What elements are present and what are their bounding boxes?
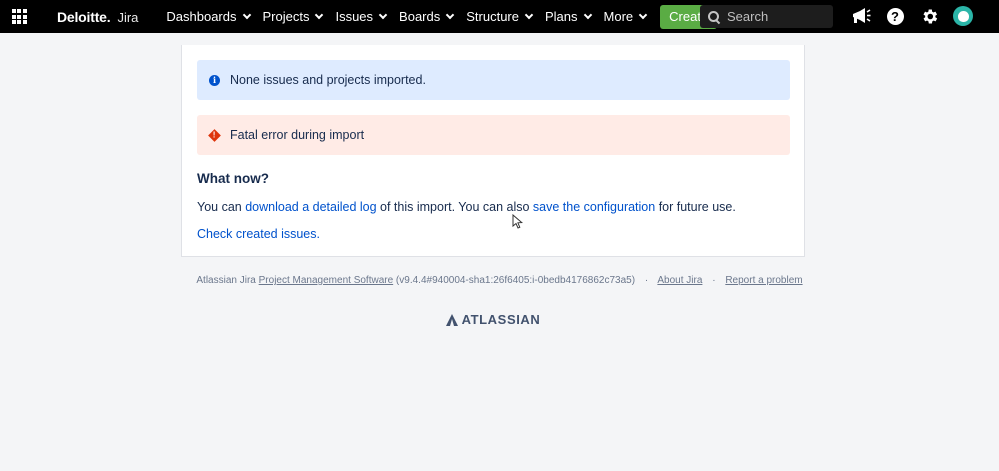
report-problem-link[interactable]: Report a problem bbox=[725, 275, 802, 286]
nav-structure[interactable]: Structure bbox=[466, 9, 534, 24]
nav-boards[interactable]: Boards bbox=[399, 9, 455, 24]
nav-more[interactable]: More bbox=[603, 9, 648, 24]
info-icon: i bbox=[209, 74, 220, 86]
chevron-down-icon bbox=[638, 10, 648, 20]
chevron-down-icon bbox=[378, 10, 388, 20]
gear-icon[interactable] bbox=[918, 5, 940, 27]
nav-right-icons: ? bbox=[838, 5, 974, 27]
text-part: You can bbox=[197, 200, 246, 214]
logo[interactable]: Deloitte. Jira bbox=[57, 9, 138, 25]
error-icon: ! bbox=[208, 128, 221, 142]
next-steps-text: You can download a detailed log of this … bbox=[197, 200, 736, 214]
nav-dashboards[interactable]: Dashboards bbox=[166, 9, 251, 24]
nav-projects[interactable]: Projects bbox=[262, 9, 324, 24]
nav-projects-label: Projects bbox=[262, 9, 310, 24]
chevron-down-icon bbox=[315, 10, 324, 20]
what-now-heading: What now? bbox=[197, 171, 269, 186]
nav-plans[interactable]: Plans bbox=[545, 9, 592, 24]
nav-plans-label: Plans bbox=[545, 9, 578, 24]
mouse-cursor-icon bbox=[512, 213, 524, 234]
chevron-down-icon bbox=[583, 10, 592, 20]
save-configuration-link[interactable]: save the configuration bbox=[533, 200, 655, 214]
chevron-down-icon bbox=[524, 10, 534, 20]
chevron-down-icon bbox=[242, 10, 251, 20]
project-management-software-link[interactable]: Project Management Software bbox=[259, 275, 394, 286]
footer-version: (v9.4.4#940004-sha1:26f6405:i-0bedb41768… bbox=[393, 275, 636, 286]
brand-name: Deloitte. bbox=[57, 8, 111, 25]
footer-prefix: Atlassian Jira bbox=[196, 275, 259, 286]
top-navigation: Deloitte. Jira Dashboards Projects Issue… bbox=[0, 0, 999, 33]
nav-menu: Dashboards Projects Issues Boards Struct… bbox=[166, 4, 718, 29]
text-part: for future use. bbox=[655, 200, 736, 214]
app-switcher-icon[interactable] bbox=[1, 0, 37, 33]
atlassian-logo-text: ATLASSIAN bbox=[461, 312, 541, 327]
help-icon[interactable]: ? bbox=[884, 5, 906, 27]
import-result-panel: i None issues and projects imported. ! F… bbox=[181, 45, 805, 257]
chevron-down-icon bbox=[446, 10, 455, 20]
atlassian-logo-icon bbox=[445, 313, 458, 326]
info-message: i None issues and projects imported. bbox=[197, 60, 790, 100]
search-icon bbox=[708, 10, 720, 23]
footer-separator: · bbox=[712, 275, 716, 286]
info-message-text: None issues and projects imported. bbox=[230, 73, 426, 87]
product-name: Jira bbox=[117, 9, 139, 25]
atlassian-logo[interactable]: ATLASSIAN bbox=[0, 312, 986, 327]
avatar[interactable] bbox=[952, 5, 974, 27]
check-created-issues-link[interactable]: Check created issues. bbox=[197, 227, 320, 241]
nav-issues-label: Issues bbox=[335, 9, 374, 24]
about-jira-link[interactable]: About Jira bbox=[657, 275, 702, 286]
search-input[interactable] bbox=[727, 9, 827, 24]
search-box[interactable] bbox=[700, 5, 833, 28]
footer-separator: · bbox=[644, 275, 649, 286]
download-log-link[interactable]: download a detailed log bbox=[245, 200, 376, 214]
nav-dashboards-label: Dashboards bbox=[166, 9, 237, 24]
error-message-text: Fatal error during import bbox=[230, 128, 365, 142]
nav-structure-label: Structure bbox=[466, 9, 519, 24]
footer: Atlassian Jira Project Management Softwa… bbox=[0, 275, 999, 286]
nav-issues[interactable]: Issues bbox=[335, 9, 388, 24]
nav-more-label: More bbox=[603, 9, 634, 24]
nav-boards-label: Boards bbox=[399, 9, 441, 24]
error-message: ! Fatal error during import bbox=[197, 115, 790, 155]
megaphone-icon[interactable] bbox=[850, 5, 872, 27]
text-part: of this import. You can also bbox=[376, 200, 533, 214]
